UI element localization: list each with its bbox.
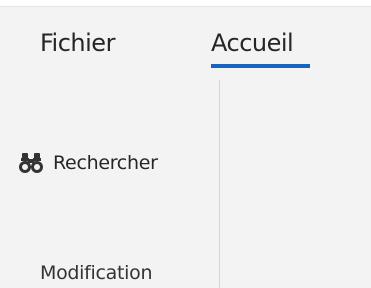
active-tab-indicator <box>211 64 310 68</box>
find-button-label: Rechercher <box>53 152 158 174</box>
find-button[interactable]: Rechercher <box>18 148 158 178</box>
window-top-edge <box>0 0 371 7</box>
tab-fichier[interactable]: Fichier <box>40 28 115 58</box>
binoculars-icon <box>18 152 44 174</box>
group-separator <box>219 80 220 288</box>
ribbon: Fichier Accueil Rechercher Modification <box>0 0 371 288</box>
tab-accueil[interactable]: Accueil <box>211 28 294 58</box>
group-label-modification: Modification <box>40 262 153 284</box>
